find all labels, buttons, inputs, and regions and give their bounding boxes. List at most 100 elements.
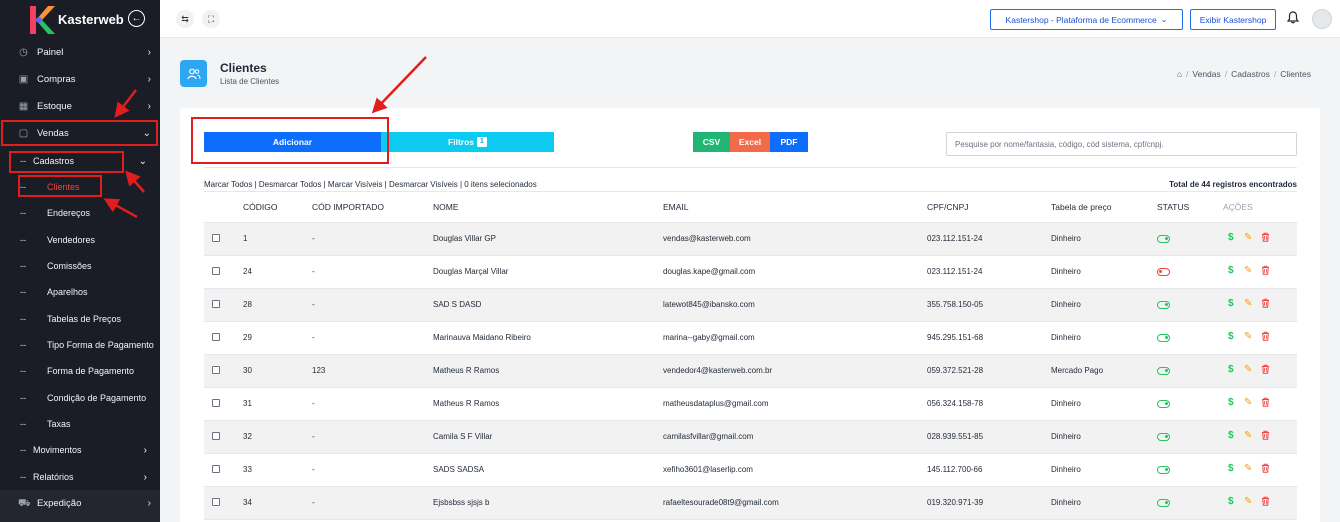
breadcrumb-item[interactable]: Vendas	[1192, 69, 1220, 79]
sidebar-subitem-vendedores[interactable]: -- Vendedores	[0, 227, 160, 253]
annotation-box-add	[191, 117, 389, 164]
status-toggle-icon[interactable]	[1157, 301, 1170, 309]
sidebar-item-relatorios[interactable]: -- Relatórios ›	[0, 464, 160, 490]
sidebar-subitem-aparelhos[interactable]: -- Aparelhos	[0, 279, 160, 305]
sidebar-subitem-forma-pagamento[interactable]: -- Forma de Pagamento	[0, 358, 160, 384]
dollar-icon[interactable]: $	[1228, 298, 1234, 310]
dollar-icon[interactable]: $	[1228, 463, 1234, 475]
search-input[interactable]: Pesquise por nome/fantasia, código, cód …	[946, 132, 1297, 156]
table-row[interactable]: 24 - Douglas Marçal Villar douglas.kape@gma…	[204, 256, 1297, 289]
dollar-icon[interactable]: $	[1228, 265, 1234, 277]
dollar-icon[interactable]: $	[1228, 496, 1234, 508]
column-header-acoes: AÇÕES	[1223, 202, 1253, 212]
sidebar-subitem-enderecos[interactable]: -- Endereços	[0, 200, 160, 226]
sidebar-item-compras[interactable]: ▣ Compras ›	[0, 66, 160, 92]
trash-icon[interactable]	[1261, 265, 1270, 279]
pencil-icon[interactable]: ✎	[1244, 430, 1252, 442]
filters-button[interactable]: Filtros 1	[381, 132, 554, 152]
excel-button[interactable]: Excel	[730, 132, 770, 152]
dollar-icon[interactable]: $	[1228, 397, 1234, 409]
status-toggle-icon[interactable]	[1157, 367, 1170, 375]
sidebar-item-estoque[interactable]: ▦ Estoque ›	[0, 93, 160, 119]
logo[interactable]: Kasterweb ←	[0, 0, 160, 38]
status-toggle-icon[interactable]	[1157, 499, 1170, 507]
status-toggle-icon[interactable]	[1157, 466, 1170, 474]
table-row[interactable]: 34 - Ejsbsbss sjsjs b rafaeltesourade08t9@g…	[204, 487, 1297, 520]
trash-icon[interactable]	[1261, 232, 1270, 246]
trash-icon[interactable]	[1261, 331, 1270, 345]
column-header-tabela-preco[interactable]: Tabela de preço	[1051, 202, 1112, 212]
pencil-icon[interactable]: ✎	[1244, 265, 1252, 277]
table-row[interactable]: 29 - Marinauva Maidano Ribeiro marina--gaby…	[204, 322, 1297, 355]
sidebar-item-expedicao[interactable]: ⛟ Expedição ›	[0, 490, 160, 516]
pencil-icon[interactable]: ✎	[1244, 298, 1252, 310]
column-header-cod-importado[interactable]: CÓD IMPORTADO	[312, 202, 384, 212]
home-icon[interactable]: ⌂	[1177, 69, 1182, 79]
table-row[interactable]: 31 - Matheus R Ramos matheusdataplus@gmail.…	[204, 388, 1297, 421]
pencil-icon[interactable]: ✎	[1244, 463, 1252, 475]
row-checkbox[interactable]	[212, 498, 220, 506]
row-checkbox[interactable]	[212, 267, 220, 275]
sidebar-subitem-tabelas-de-precos[interactable]: -- Tabelas de Preços	[0, 306, 160, 332]
pencil-icon[interactable]: ✎	[1244, 232, 1252, 244]
sidebar-subitem-taxas[interactable]: -- Taxas	[0, 411, 160, 437]
avatar[interactable]	[1312, 9, 1332, 29]
sidebar-item-movimentos[interactable]: -- Movimentos ›	[0, 437, 160, 463]
sidebar-subitem-condicao-pagamento[interactable]: -- Condição de Pagamento	[0, 385, 160, 411]
column-header-email[interactable]: EMAIL	[663, 202, 689, 212]
sidebar-item-painel[interactable]: ◷ Painel ›	[0, 39, 160, 65]
pencil-icon[interactable]: ✎	[1244, 364, 1252, 376]
column-header-status[interactable]: STATUS	[1157, 202, 1189, 212]
cell-cod-importado: -	[312, 300, 315, 309]
pdf-button[interactable]: PDF	[770, 132, 808, 152]
table-row[interactable]: 33 - SADS SADSA xefiho3601@laserlip.com 145.…	[204, 454, 1297, 487]
row-checkbox[interactable]	[212, 432, 220, 440]
status-toggle-icon[interactable]	[1157, 235, 1170, 243]
cell-tabela-preco: Dinheiro	[1051, 432, 1081, 441]
trash-icon[interactable]	[1261, 463, 1270, 477]
row-checkbox[interactable]	[212, 234, 220, 242]
column-header-codigo[interactable]: CÓDIGO	[243, 202, 277, 212]
trash-icon[interactable]	[1261, 397, 1270, 411]
dollar-icon[interactable]: $	[1228, 364, 1234, 376]
csv-button[interactable]: CSV	[693, 132, 730, 152]
sidebar-subitem-tipo-forma-pagamento[interactable]: -- Tipo Forma de Pagamento	[0, 332, 160, 358]
status-toggle-icon[interactable]	[1157, 400, 1170, 408]
store-select[interactable]: Kastershop - Plataforma de Ecommerce ⌄	[990, 9, 1183, 30]
cell-email: vendedor4@kasterweb.com.br	[663, 366, 773, 375]
status-toggle-icon[interactable]	[1157, 334, 1170, 342]
status-toggle-icon[interactable]	[1157, 433, 1170, 441]
row-checkbox[interactable]	[212, 333, 220, 341]
row-checkbox[interactable]	[212, 465, 220, 473]
sidebar-toggle-icon[interactable]: ⇆	[176, 10, 194, 28]
row-checkbox[interactable]	[212, 366, 220, 374]
status-toggle-icon[interactable]	[1157, 268, 1170, 276]
breadcrumb-item[interactable]: Cadastros	[1231, 69, 1270, 79]
trash-icon[interactable]	[1261, 364, 1270, 378]
fullscreen-icon[interactable]: ⛶	[202, 10, 220, 28]
show-store-button[interactable]: Exibir Kastershop	[1190, 9, 1276, 30]
dollar-icon[interactable]: $	[1228, 331, 1234, 343]
table-row[interactable]: 32 - Camila S F Villar camilasfvillar@gmail…	[204, 421, 1297, 454]
bell-icon[interactable]	[1286, 11, 1300, 27]
table-row[interactable]: 30 123 Matheus R Ramos vendedor4@kasterweb.…	[204, 355, 1297, 388]
row-checkbox[interactable]	[212, 300, 220, 308]
trash-icon[interactable]	[1261, 430, 1270, 444]
row-checkbox[interactable]	[212, 399, 220, 407]
sidebar-subitem-comissoes[interactable]: -- Comissões	[0, 253, 160, 279]
pencil-icon[interactable]: ✎	[1244, 496, 1252, 508]
dollar-icon[interactable]: $	[1228, 232, 1234, 244]
show-store-label: Exibir Kastershop	[1199, 14, 1267, 25]
pencil-icon[interactable]: ✎	[1244, 397, 1252, 409]
table-row[interactable]: 28 - SAD S DASD latewot845@ibansko.com 355.7…	[204, 289, 1297, 322]
dollar-icon[interactable]: $	[1228, 430, 1234, 442]
column-header-nome[interactable]: NOME	[433, 202, 459, 212]
selection-links[interactable]: Marcar Todos | Desmarcar Todos | Marcar …	[204, 180, 537, 189]
table-row[interactable]: 1 - Douglas Villar GP vendas@kasterweb.com 0…	[204, 223, 1297, 256]
collapse-sidebar-icon[interactable]: ←	[128, 10, 145, 27]
trash-icon[interactable]	[1261, 496, 1270, 510]
column-header-cpf-cnpj[interactable]: CPF/CNPJ	[927, 202, 969, 212]
pencil-icon[interactable]: ✎	[1244, 331, 1252, 343]
cell-codigo: 34	[243, 498, 252, 507]
trash-icon[interactable]	[1261, 298, 1270, 312]
